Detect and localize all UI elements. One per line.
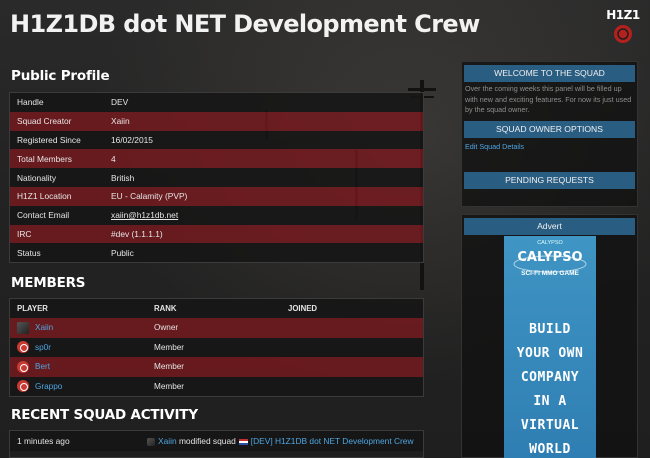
avatar	[17, 380, 29, 393]
profile-row-nationality: Nationality British	[10, 168, 423, 187]
member-name-link[interactable]: Grappo	[35, 382, 62, 391]
squad-sidebar-panel: WELCOME TO THE SQUAD Over the coming wee…	[461, 61, 638, 207]
column-header-joined: JOINED	[288, 304, 318, 313]
advert-banner[interactable]: CALYPSO CALYPSO SCI-FI MMO GAME BUILD YO…	[504, 236, 596, 458]
member-rank: Member	[154, 381, 185, 391]
owner-options-header: SQUAD OWNER OPTIONS	[464, 120, 635, 138]
profile-row-total-members: Total Members 4	[10, 149, 423, 169]
profile-row-location: H1Z1 Location EU - Calamity (PVP)	[10, 186, 423, 206]
activity-target-link[interactable]: [DEV] H1Z1DB dot NET Development Crew	[251, 436, 414, 446]
profile-row-registered: Registered Since 16/02/2015	[10, 130, 423, 150]
member-rank: Member	[154, 342, 185, 352]
profile-key: Registered Since	[17, 134, 81, 145]
profile-key: IRC	[17, 228, 32, 239]
advert-line: YOUR OWN	[516, 346, 584, 361]
members-table: PLAYER RANK JOINED Xaiin Owner sp0r Memb…	[9, 298, 424, 397]
advert-header: Advert	[464, 218, 635, 235]
advert-line: COMPANY	[520, 370, 580, 385]
pending-requests-header[interactable]: PENDING REQUESTS	[464, 171, 635, 189]
profile-row-handle: Handle DEV	[10, 93, 423, 112]
advert-line: IN A VIRTUAL	[520, 394, 580, 433]
welcome-text: Over the coming weeks this panel will be…	[465, 84, 632, 114]
profile-section-title: Public Profile	[11, 68, 110, 84]
activity-detail: Xaiin modified squad [DEV] H1Z1DB dot NET…	[147, 436, 414, 446]
welcome-header: WELCOME TO THE SQUAD	[464, 65, 635, 82]
site-logo[interactable]: H1Z1	[603, 6, 643, 46]
member-row: sp0r Member	[10, 337, 423, 357]
advert-subtitle: SCI-FI MMO GAME	[521, 270, 579, 277]
avatar	[17, 341, 29, 354]
member-name-link[interactable]: Bert	[35, 362, 50, 371]
edit-squad-link[interactable]: Edit Squad Details	[462, 138, 637, 155]
activity-user-link[interactable]: Xaiin	[158, 436, 177, 446]
advert-text: BUILD YOUR OWN COMPANY IN A VIRTUAL WORL…	[504, 318, 596, 458]
profile-value: #dev (1.1.1.1)	[111, 228, 163, 239]
member-row: Bert Member	[10, 357, 423, 377]
member-row: Xaiin Owner	[10, 318, 423, 338]
avatar	[17, 321, 29, 334]
avatar	[17, 360, 29, 373]
profile-value: EU - Calamity (PVP)	[111, 191, 188, 202]
site-title[interactable]: H1Z1DB dot NET Development Crew	[10, 10, 480, 38]
member-name-link[interactable]: Xaiin	[35, 323, 53, 332]
background-pole-crossbar	[408, 88, 436, 91]
profile-key: Handle	[17, 97, 44, 108]
members-header-row: PLAYER RANK JOINED	[10, 299, 423, 318]
avatar	[147, 437, 155, 446]
activity-table: 1 minutes ago Xaiin modified squad [DEV] …	[9, 430, 424, 458]
activity-row: 1 minutes ago Xaiin modified squad [DEV] …	[10, 431, 423, 451]
member-rank: Member	[154, 362, 185, 372]
profile-table: Handle DEV Squad Creator Xaiin Registere…	[9, 92, 424, 264]
profile-key: Nationality	[17, 172, 57, 183]
activity-time: 1 minutes ago	[17, 436, 70, 446]
members-section-title: MEMBERS	[11, 275, 86, 291]
contact-email-link[interactable]: xaiin@h1z1db.net	[111, 210, 178, 220]
profile-value: Public	[111, 247, 134, 258]
profile-row-email: Contact Email xaiin@h1z1db.net	[10, 205, 423, 225]
profile-key: H1Z1 Location	[17, 191, 72, 202]
profile-row-status: Status Public	[10, 243, 423, 263]
profile-row-creator: Squad Creator Xaiin	[10, 111, 423, 131]
profile-value: 16/02/2015	[111, 134, 153, 145]
activity-action: modified squad	[178, 436, 236, 446]
member-name-link[interactable]: sp0r	[35, 343, 51, 352]
profile-row-irc: IRC #dev (1.1.1.1)	[10, 224, 423, 244]
profile-value: British	[111, 172, 135, 183]
site-header: H1Z1DB dot NET Development Crew H1Z1	[0, 0, 650, 50]
profile-key: Total Members	[17, 153, 72, 164]
profile-key: Status	[17, 247, 41, 258]
advert-line: BUILD	[529, 322, 571, 337]
activity-section-title: RECENT SQUAD ACTIVITY	[11, 407, 198, 423]
member-rank: Owner	[154, 323, 179, 333]
profile-key: Squad Creator	[17, 116, 72, 127]
profile-value: 4	[111, 153, 116, 164]
profile-value: Xaiin	[111, 116, 130, 127]
column-header-rank: RANK	[154, 304, 177, 313]
column-header-player: PLAYER	[17, 304, 48, 313]
advert-line: WORLD	[529, 442, 571, 457]
member-row: Grappo Member	[10, 376, 423, 396]
logo-text: H1Z1	[606, 8, 640, 22]
uk-flag-icon	[238, 438, 248, 445]
advert-logo: CALYPSO	[517, 250, 583, 265]
profile-value: DEV	[111, 97, 129, 108]
profile-key: Contact Email	[17, 210, 70, 221]
